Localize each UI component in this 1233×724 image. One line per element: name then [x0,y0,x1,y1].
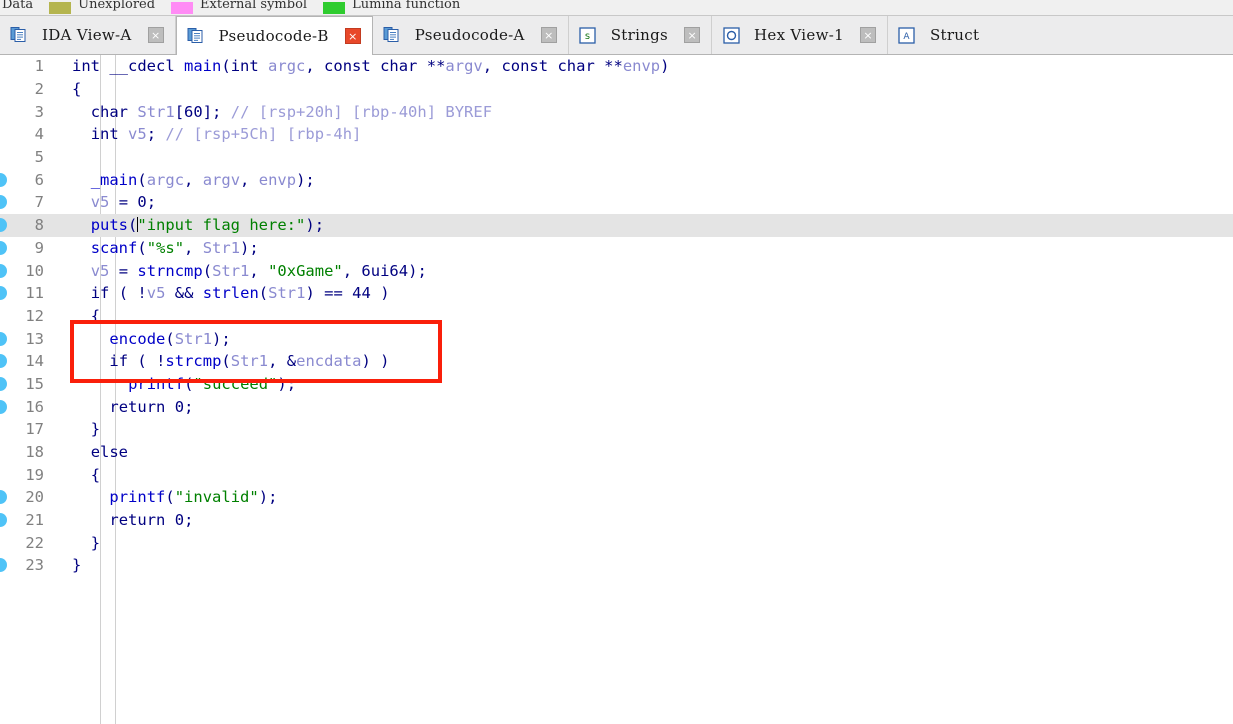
code-text[interactable]: _main(argc, argv, envp); [64,171,1233,189]
line-number: 12 [25,306,44,325]
code-text[interactable]: } [64,556,1233,574]
code-text[interactable]: int __cdecl main(int argc, const char **… [64,57,1233,75]
code-text[interactable]: puts("input flag here:"); [64,216,1233,234]
tab-strings[interactable]: s Strings × [568,16,713,54]
legend-item-external-symbol: External symbol [171,0,307,15]
code-text[interactable]: return 0; [64,398,1233,416]
tab-ida-view-a[interactable]: IDA View-A × [0,16,176,54]
code-line[interactable]: 18 else [0,441,1233,464]
tab-hex-view-1[interactable]: Hex View-1 × [712,16,888,54]
tab-label: Hex View-1 [754,26,844,44]
legend-item-unexplored: Unexplored [49,0,155,15]
code-line[interactable]: 11 if ( !v5 && strlen(Str1) == 44 ) [0,282,1233,305]
code-line[interactable]: 9 scanf("%s", Str1); [0,237,1233,260]
code-text[interactable]: { [64,80,1233,98]
code-text[interactable]: scanf("%s", Str1); [64,239,1233,257]
struct-icon: A [898,26,916,44]
code-text[interactable]: int v5; // [rsp+5Ch] [rbp-4h] [64,125,1233,143]
code-line[interactable]: 7 v5 = 0; [0,191,1233,214]
code-text[interactable]: } [64,534,1233,552]
strings-icon: s [579,26,597,44]
tab-pseudocode-a[interactable]: Pseudocode-A × [372,16,569,54]
line-number: 1 [34,57,44,76]
tab-close-button[interactable]: × [540,27,557,43]
code-text[interactable]: char Str1[60]; // [rsp+20h] [rbp-40h] BY… [64,103,1233,121]
code-text[interactable]: v5 = 0; [64,193,1233,211]
code-line[interactable]: 3 char Str1[60]; // [rsp+20h] [rbp-40h] … [0,100,1233,123]
tab-close-button[interactable]: × [147,27,164,43]
legend-label-data: Data [2,0,34,12]
legend-item-data: Data [2,0,33,15]
navigator-legend: Data Unexplored External symbol Lumina f… [0,0,1233,16]
tab-struct[interactable]: A Struct [887,16,991,54]
code-text[interactable]: else [64,443,1233,461]
code-text[interactable]: return 0; [64,511,1233,529]
svg-text:A: A [904,32,911,42]
tab-close-button[interactable]: × [859,27,876,43]
hex-icon [722,26,740,44]
code-line[interactable]: 5 [0,146,1233,169]
code-line[interactable]: 15 printf("succeed"); [0,373,1233,396]
code-line[interactable]: 13 encode(Str1); [0,327,1233,350]
code-line[interactable]: 1 int __cdecl main(int argc, const char *… [0,55,1233,78]
code-text[interactable]: } [64,420,1233,438]
legend-label-external-symbol: External symbol [200,0,308,12]
document-icon [383,26,401,44]
legend-item-lumina-function: Lumina function [323,0,460,15]
tab-label: Pseudocode-B [218,27,329,45]
tab-label: Pseudocode-A [414,26,525,44]
code-line[interactable]: 23} [0,554,1233,577]
tab-label: IDA View-A [42,26,132,44]
line-number: 5 [34,148,44,167]
code-line-list[interactable]: 1 int __cdecl main(int argc, const char *… [0,55,1233,577]
code-text[interactable]: printf("succeed"); [64,375,1233,393]
code-text[interactable]: { [64,466,1233,484]
code-text[interactable]: printf("invalid"); [64,488,1233,506]
line-number: 18 [25,443,44,462]
tab-pseudocode-b[interactable]: Pseudocode-B × [175,16,373,55]
code-line[interactable]: 20 printf("invalid"); [0,486,1233,509]
code-text[interactable]: { [64,307,1233,325]
legend-swatch-lumina-function [323,1,346,14]
code-line[interactable]: 2{ [0,78,1233,101]
code-text[interactable]: v5 = strncmp(Str1, "0xGame", 6ui64); [64,262,1233,280]
line-number: 19 [25,465,44,484]
code-line[interactable]: 12 { [0,305,1233,328]
tab-close-button[interactable]: × [344,28,361,44]
legend-swatch-unexplored [49,1,72,14]
code-line[interactable]: 8 puts("input flag here:"); [0,213,1233,237]
code-line[interactable]: 17 } [0,418,1233,441]
code-line[interactable]: 10 v5 = strncmp(Str1, "0xGame", 6ui64); [0,259,1233,282]
tab-label: Strings [610,26,669,44]
code-text[interactable]: if ( !strcmp(Str1, &encdata) ) [64,352,1233,370]
code-line[interactable]: 19 { [0,463,1233,486]
code-line[interactable]: 4 int v5; // [rsp+5Ch] [rbp-4h] [0,123,1233,146]
code-text[interactable]: encode(Str1); [64,330,1233,348]
line-number: 3 [34,102,44,121]
code-line[interactable]: 6 _main(argc, argv, envp); [0,168,1233,191]
line-number: 2 [34,80,44,99]
code-line[interactable]: 16 return 0; [0,395,1233,418]
document-icon [10,26,28,44]
editor-tab-bar[interactable]: IDA View-A × Pseudocode-B × Pseudocode-A × s St… [0,16,1233,55]
ida-pseudocode-window: Data Unexplored External symbol Lumina f… [0,0,1233,724]
tab-label: Struct [929,26,980,44]
legend-label-unexplored: Unexplored [78,0,156,12]
legend-swatch-external-symbol [171,1,194,14]
document-icon [187,27,205,45]
code-text[interactable]: if ( !v5 && strlen(Str1) == 44 ) [64,284,1233,302]
pseudocode-editor[interactable]: 1 int __cdecl main(int argc, const char *… [0,55,1233,724]
line-number: 17 [25,420,44,439]
code-line[interactable]: 14 if ( !strcmp(Str1, &encdata) ) [0,350,1233,373]
line-number: 4 [34,125,44,144]
svg-text:s: s [585,31,590,42]
legend-label-lumina-function: Lumina function [352,0,461,12]
code-line[interactable]: 22 } [0,531,1233,554]
line-number: 22 [25,533,44,552]
code-line[interactable]: 21 return 0; [0,509,1233,532]
tab-close-button[interactable]: × [684,27,701,43]
